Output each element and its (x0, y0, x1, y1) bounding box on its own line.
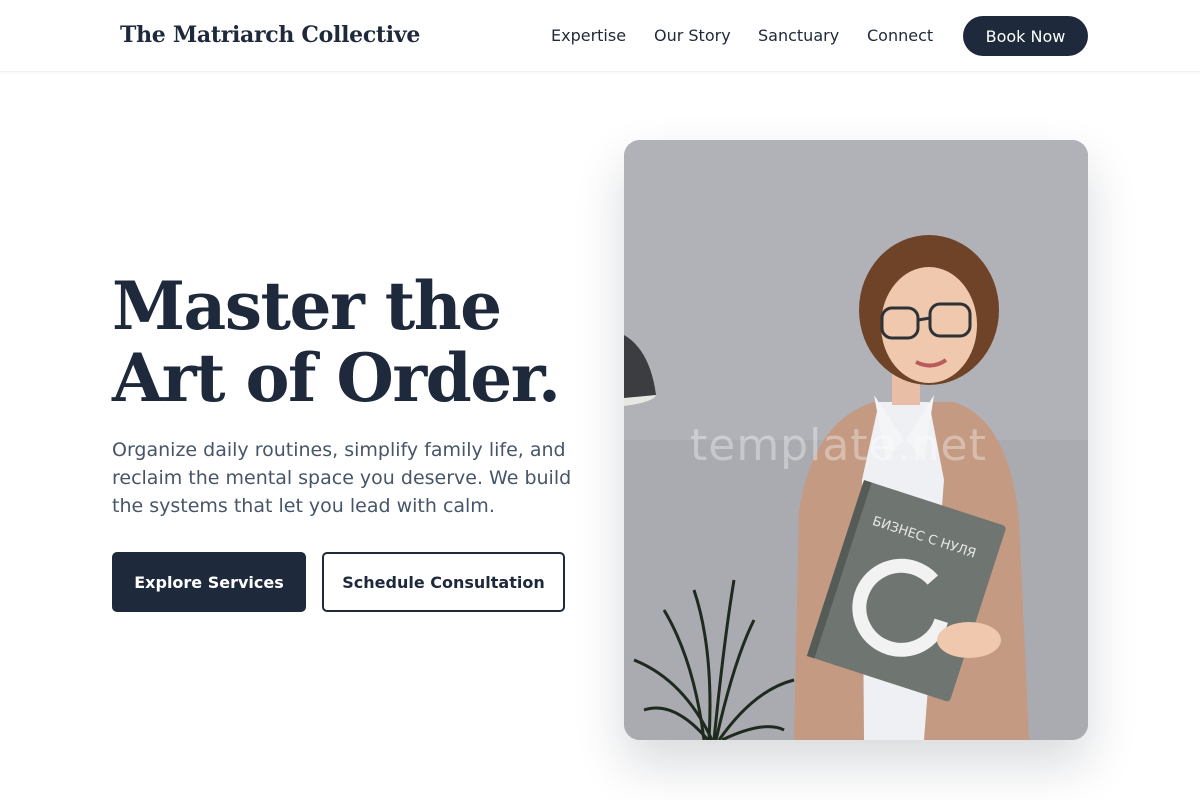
hero-title: Master the Art of Order. (112, 270, 582, 414)
hero-title-line-2: Art of Order. (112, 339, 561, 417)
nav-link-expertise[interactable]: Expertise (551, 26, 626, 45)
brand-logo[interactable]: The Matriarch Collective (120, 22, 420, 48)
hero-subtitle: Organize daily routines, simplify family… (112, 439, 572, 517)
book-now-button[interactable]: Book Now (963, 16, 1088, 56)
nav-link-connect[interactable]: Connect (867, 26, 933, 45)
nav-link-our-story[interactable]: Our Story (654, 26, 731, 45)
hero-title-line-1: Master the (112, 267, 502, 345)
watermark-text: template.net (690, 420, 987, 471)
site-header: The Matriarch Collective Expertise Our S… (0, 0, 1200, 72)
schedule-consultation-button[interactable]: Schedule Consultation (322, 552, 565, 612)
hero-photo: БИЗНЕС С НУЛЯ template.net (624, 140, 1088, 740)
explore-services-button[interactable]: Explore Services (112, 552, 306, 612)
nav-link-sanctuary[interactable]: Sanctuary (758, 26, 839, 45)
